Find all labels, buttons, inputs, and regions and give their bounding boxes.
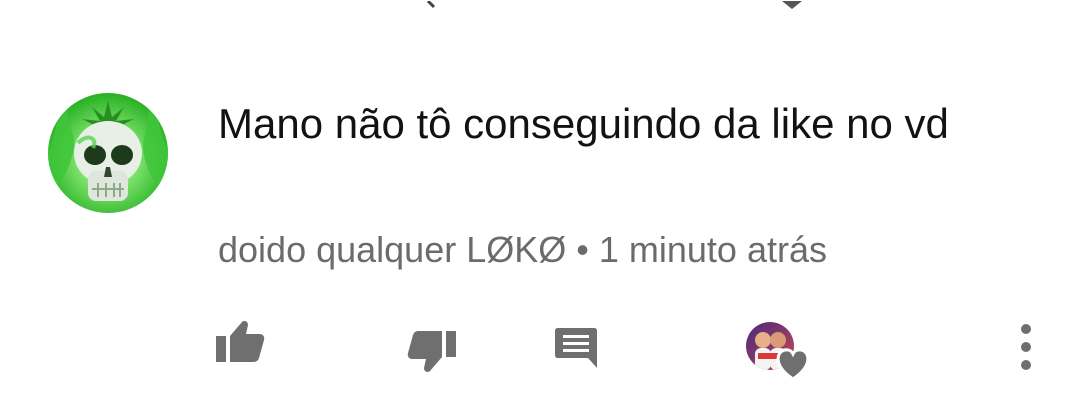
comment-timestamp: 1 minuto atrás xyxy=(598,229,827,270)
thumbs-down-icon xyxy=(407,331,456,372)
dislike-button[interactable] xyxy=(402,326,462,378)
more-vertical-icon xyxy=(1021,324,1031,370)
meta-separator: • xyxy=(576,229,589,270)
thumbs-up-icon xyxy=(216,321,265,362)
like-button[interactable] xyxy=(210,316,270,366)
reply-comment-icon xyxy=(555,328,597,368)
author-avatar[interactable] xyxy=(48,93,168,213)
comment-meta: doido qualquer LØKØ • 1 minuto atrás xyxy=(218,228,827,272)
skull-icon xyxy=(48,101,168,201)
author-name[interactable]: doido qualquer LØKØ xyxy=(218,229,566,270)
reply-button[interactable] xyxy=(548,322,604,374)
comment-text: Mano não tô conseguindo da like no vd xyxy=(218,100,949,147)
creator-heart-icon xyxy=(776,348,810,381)
creator-heart[interactable] xyxy=(738,318,814,384)
comment-card: Mano não tô conseguindo da like no vd do… xyxy=(0,0,1080,412)
more-options-button[interactable] xyxy=(1006,318,1046,376)
